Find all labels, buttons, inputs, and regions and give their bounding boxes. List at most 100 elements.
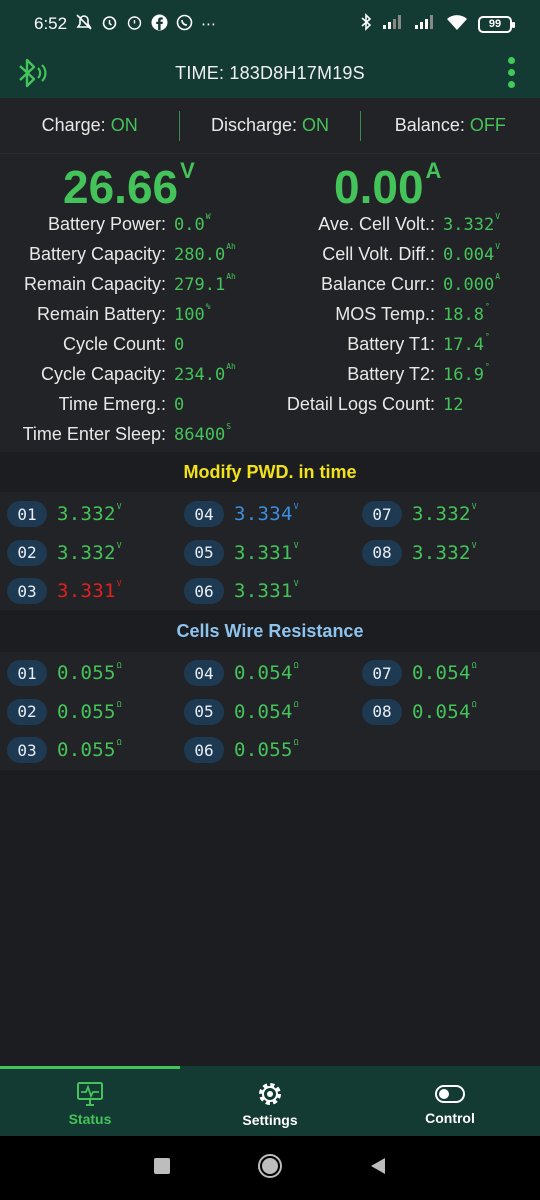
cell-number-badge: 03 bbox=[7, 578, 47, 604]
cell-number-badge: 01 bbox=[7, 501, 47, 527]
info-label: Time Emerg.: bbox=[58, 394, 166, 414]
cell-voltage-item: 03 3.331V bbox=[7, 578, 122, 604]
cell-voltage-item: 04 3.334V bbox=[184, 501, 299, 527]
cell-resistance-item: 02 0.055Ω bbox=[7, 698, 122, 725]
cell-resistance-item: 01 0.055Ω bbox=[7, 660, 122, 686]
cell-resistance-item: 06 0.055Ω bbox=[184, 737, 299, 763]
bottom-navigation: Status Settings Control bbox=[0, 1066, 540, 1136]
info-row-right: Battery T2: 16.9° bbox=[277, 362, 490, 385]
cell-voltage-item: 01 3.332V bbox=[7, 501, 122, 527]
info-row-right: Balance Curr.: 0.000A bbox=[277, 272, 501, 295]
cell-value: 0.055Ω bbox=[57, 738, 122, 761]
cell-number-badge: 04 bbox=[184, 660, 224, 686]
info-row-right: Battery T1: 17.4° bbox=[277, 332, 490, 355]
info-row-left: Cycle Capacity: 234.0Ah bbox=[0, 362, 236, 385]
home-button-icon[interactable] bbox=[257, 1153, 283, 1184]
cell-value: 0.054Ω bbox=[412, 661, 477, 684]
cell-number-badge: 03 bbox=[7, 737, 47, 763]
info-label: Battery Power: bbox=[47, 214, 166, 234]
more-notifications-icon: ⋯ bbox=[201, 16, 217, 33]
cell-voltage-item: 08 3.332V bbox=[362, 539, 477, 566]
system-navigation-bar bbox=[0, 1136, 540, 1200]
info-label: Remain Battery: bbox=[36, 304, 166, 324]
info-label: Ave. Cell Volt.: bbox=[318, 214, 435, 234]
cell-value: 3.332V bbox=[57, 502, 122, 525]
cell-number-badge: 06 bbox=[184, 737, 224, 763]
info-label: Detail Logs Count: bbox=[286, 394, 435, 414]
discharge-value: ON bbox=[302, 115, 330, 135]
info-value: 86400S bbox=[174, 422, 232, 445]
info-row-left: Cycle Count: 0 bbox=[0, 334, 185, 355]
info-label: Battery T2: bbox=[347, 364, 435, 384]
cell-value: 0.055Ω bbox=[57, 699, 122, 723]
info-value: 0 bbox=[174, 335, 185, 355]
info-value: 3.332V bbox=[443, 212, 501, 235]
info-row-right: MOS Temp.: 18.8° bbox=[277, 302, 489, 325]
cell-number-badge: 08 bbox=[362, 539, 402, 566]
cell-number-badge: 01 bbox=[7, 660, 47, 686]
cell-value: 3.331V bbox=[57, 579, 122, 602]
toggle-icon bbox=[435, 1085, 465, 1103]
battery-icon: 99 bbox=[478, 15, 515, 33]
info-value: 234.0Ah bbox=[174, 362, 236, 385]
tab-settings[interactable]: Settings bbox=[180, 1066, 360, 1136]
cell-number-badge: 05 bbox=[184, 539, 224, 566]
bluetooth-status-icon bbox=[360, 13, 372, 35]
info-row-right: Detail Logs Count: 12 bbox=[277, 394, 464, 415]
info-label: Balance Curr.: bbox=[320, 274, 435, 294]
cell-number-badge: 02 bbox=[7, 698, 47, 725]
whatsapp-icon bbox=[176, 14, 193, 35]
alarm-icon-2 bbox=[126, 14, 143, 35]
info-value: 100% bbox=[174, 302, 211, 325]
cell-resistance-item: 05 0.054Ω bbox=[184, 698, 299, 725]
info-value: 280.0Ah bbox=[174, 242, 236, 265]
info-label: Cycle Count: bbox=[62, 334, 166, 354]
run-time-title: TIME: 183D8H17M19S bbox=[175, 62, 365, 83]
back-button-icon[interactable] bbox=[369, 1157, 387, 1180]
cell-value: 3.332V bbox=[412, 540, 477, 564]
cell-voltage-item: 02 3.332V bbox=[7, 539, 122, 566]
gear-icon bbox=[259, 1083, 281, 1105]
switch-status-row: Charge: ON Discharge: ON Balance: OFF bbox=[0, 98, 540, 154]
info-label: Time Enter Sleep: bbox=[22, 424, 166, 444]
cell-value: 3.332V bbox=[57, 540, 122, 564]
tab-status[interactable]: Status bbox=[0, 1066, 180, 1136]
bluetooth-connection-icon[interactable] bbox=[16, 54, 50, 97]
cell-number-badge: 07 bbox=[362, 660, 402, 686]
recents-button-icon[interactable] bbox=[153, 1157, 171, 1180]
info-row-left: Time Enter Sleep: 86400S bbox=[0, 422, 232, 445]
info-row-right: Cell Volt. Diff.: 0.004V bbox=[277, 242, 500, 265]
info-value: 12 bbox=[443, 395, 464, 415]
info-value: 17.4° bbox=[443, 332, 490, 355]
info-label: Battery Capacity: bbox=[28, 244, 166, 264]
cell-voltage-header: Modify PWD. in time bbox=[183, 462, 357, 482]
info-label: Cell Volt. Diff.: bbox=[322, 244, 435, 264]
cell-number-badge: 06 bbox=[184, 578, 224, 604]
clock: 6:52 bbox=[34, 14, 68, 33]
muted-alarm-icon bbox=[75, 14, 93, 34]
system-status-bar: 6:52 ⋯ 99 bbox=[0, 0, 540, 48]
cell-value: 0.054Ω bbox=[412, 699, 477, 723]
discharge-status: Discharge: ON bbox=[210, 115, 330, 135]
active-tab-indicator bbox=[0, 1066, 180, 1069]
info-value: 16.9° bbox=[443, 362, 490, 385]
wire-resistance-header: Cells Wire Resistance bbox=[176, 621, 364, 641]
cell-resistance-item: 08 0.054Ω bbox=[362, 698, 477, 725]
info-value: 0.000A bbox=[443, 272, 501, 295]
charge-status: Charge: ON bbox=[41, 115, 138, 135]
signal-icon bbox=[382, 14, 404, 34]
cell-voltage-item: 06 3.331V bbox=[184, 578, 299, 604]
info-value: 0.0W bbox=[174, 212, 211, 235]
cell-number-badge: 07 bbox=[362, 501, 402, 527]
cell-number-badge: 08 bbox=[362, 698, 402, 725]
info-row-left: Remain Battery: 100% bbox=[0, 302, 211, 325]
balance-status: Balance: OFF bbox=[394, 115, 506, 135]
info-label: MOS Temp.: bbox=[335, 304, 435, 324]
monitor-icon bbox=[77, 1082, 103, 1106]
tab-control[interactable]: Control bbox=[360, 1066, 540, 1136]
cell-number-badge: 02 bbox=[7, 539, 47, 566]
cell-value: 3.331V bbox=[234, 540, 299, 564]
cell-value: 3.334V bbox=[234, 502, 299, 525]
signal-icon-2 bbox=[414, 14, 436, 34]
overflow-menu-icon[interactable] bbox=[506, 54, 516, 90]
